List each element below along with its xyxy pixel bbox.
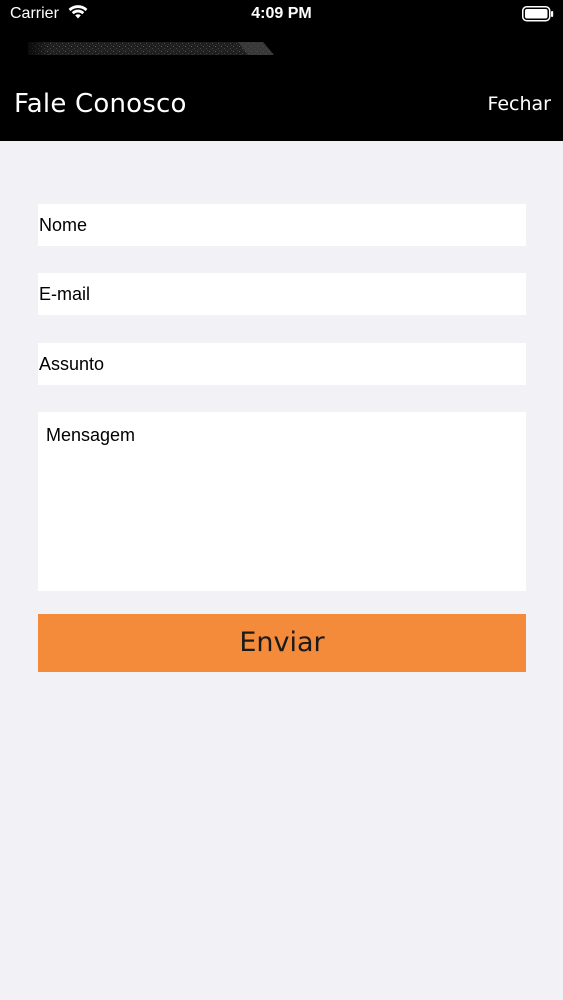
header: Carrier 4:09 PM Fale Conosco Fechar [0,0,563,141]
send-button[interactable]: Enviar [38,614,526,672]
status-bar: Carrier 4:09 PM [0,0,563,30]
subject-field[interactable]: Assunto [38,343,526,385]
page-title: Fale Conosco [14,89,187,119]
close-button[interactable]: Fechar [487,93,551,115]
message-textarea[interactable]: Mensagem [38,412,526,591]
subject-placeholder: Assunto [39,354,105,374]
message-placeholder: Mensagem [46,425,136,445]
battery-full-icon [522,6,554,22]
header-banner-image [28,40,274,55]
status-time: 4:09 PM [251,5,312,22]
email-placeholder: E-mail [39,284,91,304]
name-placeholder: Nome [39,215,88,235]
email-field[interactable]: E-mail [38,273,526,315]
name-field[interactable]: Nome [38,204,526,246]
